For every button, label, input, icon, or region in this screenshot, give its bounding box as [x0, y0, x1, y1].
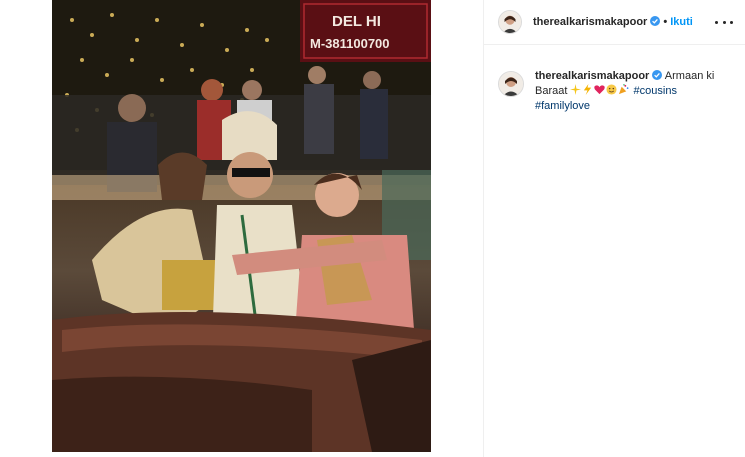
- hashtag-cousins[interactable]: #cousins: [634, 85, 677, 97]
- sparkles-icon: [570, 84, 582, 95]
- red-heart-icon: [594, 85, 606, 95]
- sign-line2: M-381100700: [310, 36, 390, 51]
- caption: therealkarismakapoor Armaan ki Baraat #c…: [484, 45, 745, 114]
- instagram-post: DEL HI M-381100700 therealkarismakapoor …: [0, 0, 745, 457]
- post-header: therealkarismakapoor • Ikuti: [484, 0, 745, 45]
- caption-avatar[interactable]: [498, 71, 524, 97]
- profile-photo-icon: [499, 11, 521, 33]
- verified-badge-icon: [652, 70, 663, 80]
- verified-badge-icon: [650, 16, 661, 26]
- sign-line1: DEL HI: [332, 13, 381, 30]
- lightning-icon: [584, 84, 592, 95]
- post-photo[interactable]: DEL HI M-381100700: [52, 0, 431, 452]
- more-options-icon[interactable]: [715, 16, 733, 28]
- smiling-face-icon: [606, 84, 618, 95]
- separator-dot: •: [663, 16, 668, 28]
- header-username[interactable]: therealkarismakapoor: [533, 16, 647, 28]
- follow-button[interactable]: Ikuti: [670, 16, 693, 28]
- hashtag-familylove[interactable]: #familylove: [535, 100, 590, 112]
- party-popper-icon: [619, 84, 629, 95]
- wedding-photo-image: DEL HI M-381100700: [52, 0, 431, 452]
- avatar[interactable]: [498, 10, 522, 34]
- post-side-panel: therealkarismakapoor • Ikuti therealkarism…: [483, 0, 745, 457]
- profile-photo-icon: [499, 72, 523, 96]
- caption-body: therealkarismakapoor Armaan ki Baraat #c…: [535, 69, 733, 114]
- caption-username[interactable]: therealkarismakapoor: [535, 70, 649, 82]
